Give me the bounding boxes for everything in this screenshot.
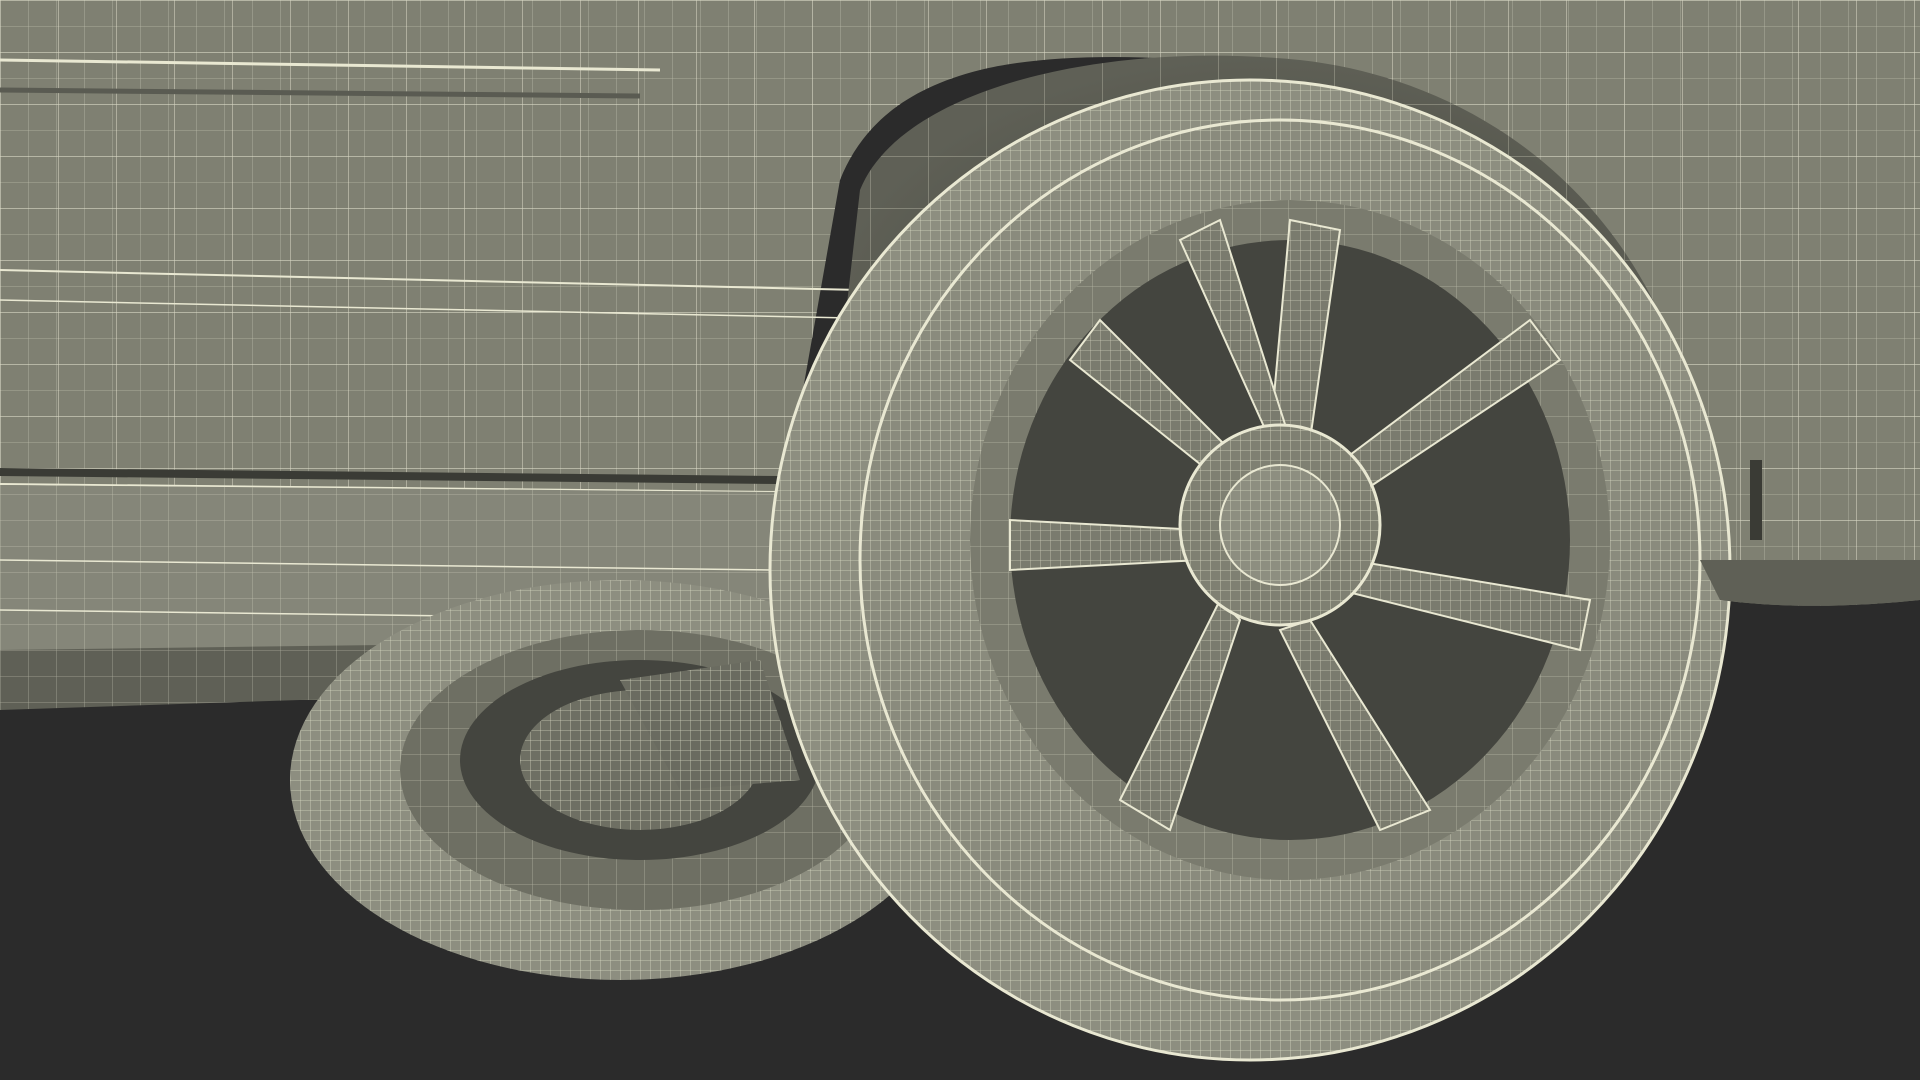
front-wheel bbox=[768, 78, 1732, 1062]
body-edge bbox=[1750, 460, 1762, 540]
rear-quarter-panel bbox=[1700, 560, 1920, 606]
render-viewport bbox=[0, 0, 1920, 1080]
wheel-icon bbox=[768, 78, 1732, 1062]
wireframe-scene bbox=[0, 0, 1920, 1080]
